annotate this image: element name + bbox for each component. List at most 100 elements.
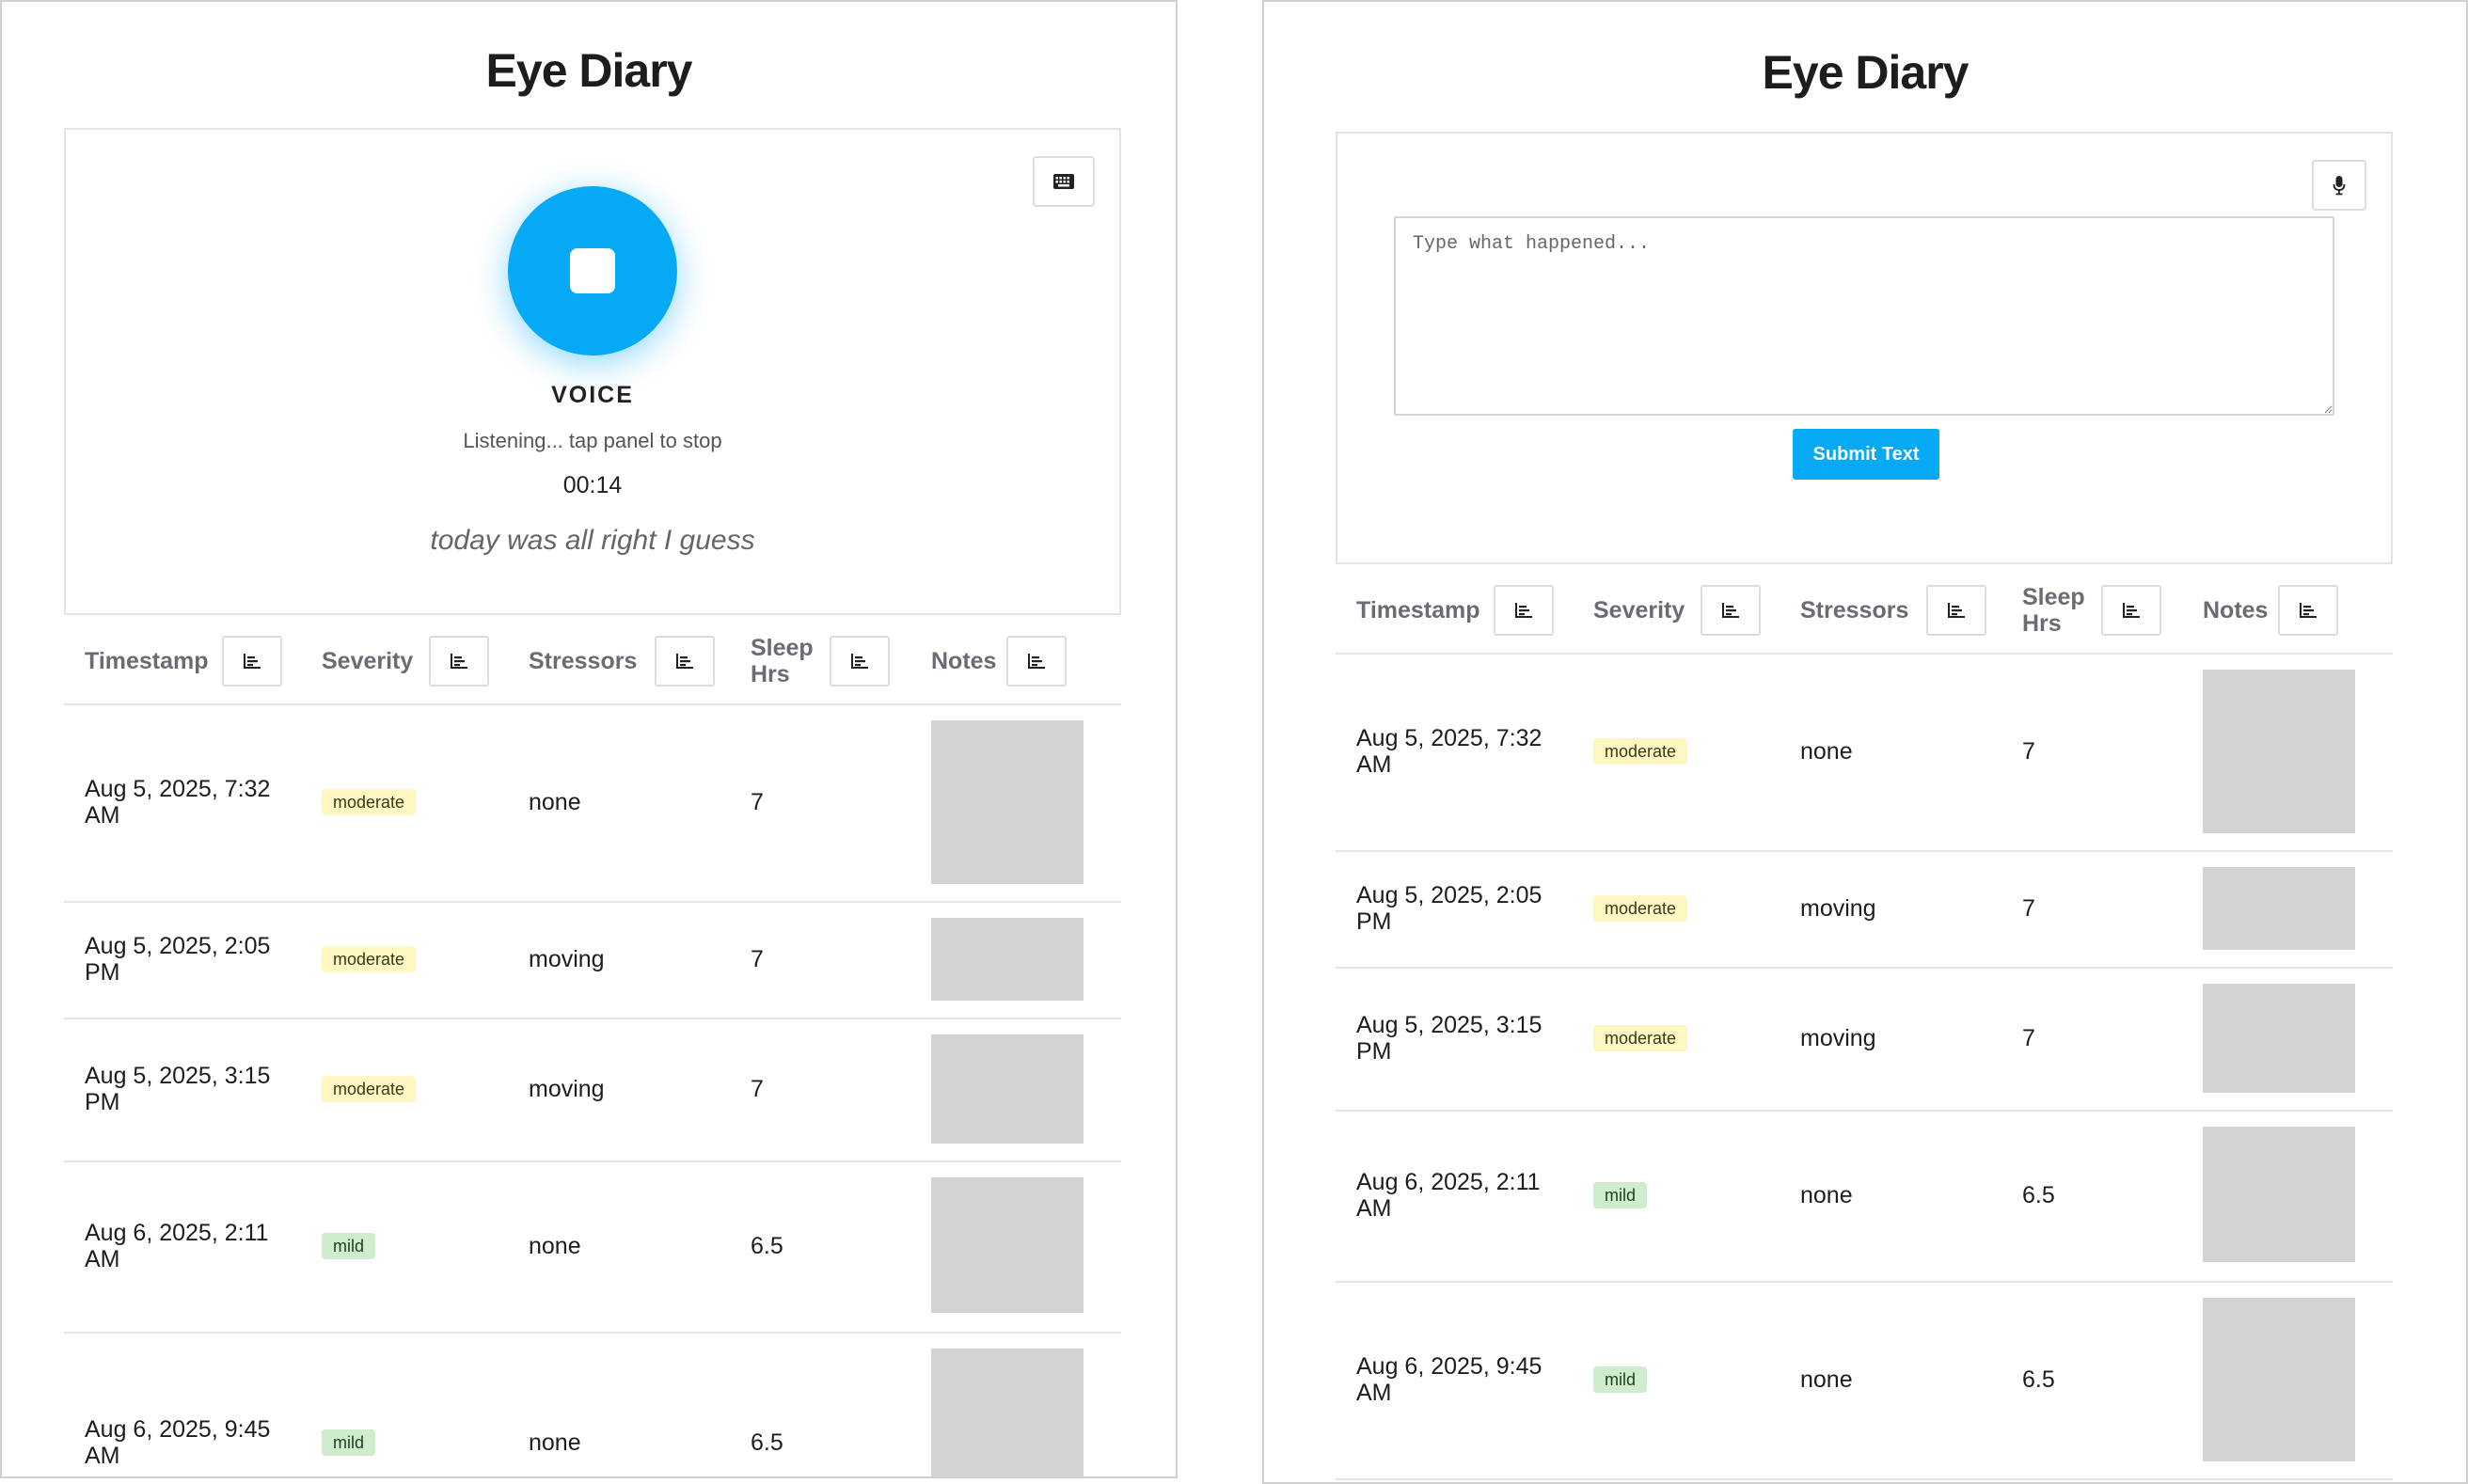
text-mode-view: Eye Diary Submit Text Timestamp Severity S… [1262,0,2468,1484]
column-header-stressors: Stressors [1800,597,1909,624]
sleep-hours-cell: 7 [751,789,764,815]
keyboard-toggle-button[interactable] [1033,156,1095,207]
voice-mode-view: Eye Diary VOICE Listening... tap panel t… [0,0,1178,1478]
notes-thumbnail[interactable] [2203,984,2355,1093]
timestamp-cell: Aug 6, 2025, 2:11 AM [85,1220,269,1272]
timestamp-cell: Aug 6, 2025, 9:45 AM [1356,1353,1542,1406]
column-chart-button[interactable] [1701,585,1761,636]
timestamp-cell: Aug 5, 2025, 7:32 AM [85,776,271,829]
timestamp-cell: Aug 6, 2025, 9:45 AM [85,1416,271,1469]
column-chart-button[interactable] [222,636,282,687]
sleep-hours-cell: 7 [2022,1025,2035,1051]
recording-timer: 00:14 [562,472,623,498]
text-entry-panel: Submit Text [1336,132,2393,564]
severity-badge: mild [1593,1182,1648,1208]
voice-recording-panel[interactable]: VOICE Listening... tap panel to stop 00:… [64,128,1121,615]
sleep-hours-cell: 6.5 [751,1429,783,1456]
severity-badge: mild [322,1233,376,1259]
notes-thumbnail[interactable] [2203,670,2355,833]
timestamp-cell: Aug 5, 2025, 3:15 PM [1356,1012,1542,1065]
table-row[interactable]: Aug 6, 2025, 2:11 AM mild none 6.5 [1336,1110,2393,1283]
sleep-hours-cell: 6.5 [2022,1366,2055,1393]
table-row[interactable]: Aug 5, 2025, 2:05 PM moderate moving 7 [64,901,1121,1019]
page-title: Eye Diary [485,44,693,97]
table-header: Timestamp Severity Stressors Sleep Hrs Notes [64,619,1121,705]
column-chart-button[interactable] [1006,636,1067,687]
column-chart-button[interactable] [2278,585,2338,636]
notes-thumbnail[interactable] [931,918,1084,1001]
column-chart-button[interactable] [655,636,715,687]
severity-badge: moderate [1593,895,1688,922]
column-header-stressors: Stressors [529,648,638,674]
notes-thumbnail[interactable] [931,1177,1084,1313]
column-chart-button[interactable] [429,636,489,687]
live-transcript: today was all right I guess [430,525,755,556]
column-chart-button[interactable] [830,636,890,687]
table-row[interactable]: Aug 6, 2025, 2:11 AM mild none 6.5 [64,1160,1121,1334]
column-chart-button[interactable] [1926,585,1986,636]
column-chart-button[interactable] [1494,585,1554,636]
severity-badge: moderate [322,946,417,972]
timestamp-cell: Aug 5, 2025, 2:05 PM [85,933,271,986]
bar-chart-icon [451,654,467,669]
severity-badge: mild [322,1429,376,1456]
table-row[interactable]: Aug 6, 2025, 9:45 AM mild none 6.5 [1336,1281,2393,1480]
timestamp-cell: Aug 6, 2025, 2:11 AM [1356,1169,1541,1222]
table-row[interactable]: Aug 5, 2025, 2:05 PM moderate moving 7 [1336,850,2393,969]
sleep-hours-cell: 6.5 [751,1233,783,1259]
column-header-sleep-hrs: Sleep Hrs [2022,584,2085,637]
stressors-cell: none [1800,738,1853,765]
stressors-cell: moving [529,946,605,972]
microphone-toggle-button[interactable] [2312,160,2366,211]
stop-recording-button[interactable] [508,186,677,355]
stressors-cell: none [1800,1182,1853,1208]
table-row[interactable]: Aug 5, 2025, 3:15 PM moderate moving 7 [64,1018,1121,1162]
stressors-cell: none [529,1233,581,1259]
voice-label: VOICE [551,382,634,408]
stressors-cell: moving [1800,1025,1876,1051]
entries-table: Timestamp Severity Stressors Sleep Hrs Notes… [64,619,1121,1476]
column-header-timestamp: Timestamp [1356,597,1480,624]
column-header-notes: Notes [2203,597,2269,624]
notes-thumbnail[interactable] [931,720,1084,884]
timestamp-cell: Aug 5, 2025, 7:32 AM [1356,725,1542,778]
column-header-severity: Severity [322,648,414,674]
bar-chart-icon [851,654,868,669]
sleep-hours-cell: 7 [751,1076,764,1102]
entry-textarea[interactable] [1394,216,2334,416]
notes-thumbnail[interactable] [931,1349,1084,1476]
column-header-severity: Severity [1593,597,1685,624]
stressors-cell: moving [529,1076,605,1102]
sleep-hours-cell: 7 [2022,895,2035,922]
microphone-icon [2333,176,2346,196]
table-row[interactable]: Aug 5, 2025, 3:15 PM moderate moving 7 [1336,967,2393,1112]
severity-badge: moderate [1593,738,1688,765]
notes-thumbnail[interactable] [2203,867,2355,950]
entries-table: Timestamp Severity Stressors Sleep Hrs Notes… [1336,568,2393,1482]
notes-thumbnail[interactable] [2203,1127,2355,1262]
table-row[interactable]: Aug 5, 2025, 7:32 AM moderate none 7 [64,703,1121,903]
table-row[interactable]: Aug 5, 2025, 7:32 AM moderate none 7 [1336,653,2393,852]
table-row[interactable]: Aug 6, 2025, 9:45 AM mild none 6.5 [64,1332,1121,1476]
notes-thumbnail[interactable] [931,1034,1084,1144]
keyboard-icon [1053,174,1074,189]
severity-badge: moderate [322,1076,417,1102]
page-title: Eye Diary [1762,46,1970,99]
stressors-cell: none [529,1429,581,1456]
bar-chart-icon [1948,603,1965,618]
column-header-notes: Notes [931,648,997,674]
bar-chart-icon [1722,603,1739,618]
table-header: Timestamp Severity Stressors Sleep Hrs Notes [1336,568,2393,655]
column-header-sleep-hrs: Sleep Hrs [751,635,814,687]
stop-icon [570,248,615,293]
sleep-hours-cell: 6.5 [2022,1182,2055,1208]
bar-chart-icon [244,654,261,669]
bar-chart-icon [1515,603,1532,618]
submit-text-button[interactable]: Submit Text [1793,429,1939,480]
column-chart-button[interactable] [2101,585,2161,636]
bar-chart-icon [676,654,693,669]
notes-thumbnail[interactable] [2203,1298,2355,1461]
stressors-cell: none [529,789,581,815]
timestamp-cell: Aug 5, 2025, 2:05 PM [1356,882,1542,935]
sleep-hours-cell: 7 [2022,738,2035,765]
